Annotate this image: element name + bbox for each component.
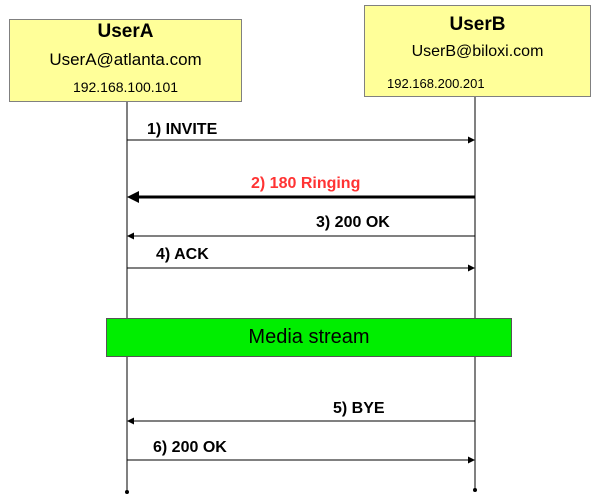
message-arrowhead-ringing [127,191,139,203]
usera-name: UserA [97,21,154,42]
userb-box: UserB UserB@biloxi.com 192.168.200.201 [364,5,591,97]
message-arrowhead-invite [468,136,475,144]
lifeline-usera-end [125,490,129,494]
message-label-200ok: 3) 200 OK [316,214,390,231]
message-label-200ok-bye: 6) 200 OK [153,439,227,456]
lifeline-userb-end [473,488,477,492]
message-arrowhead-200ok [127,232,134,240]
message-arrowhead-200ok-bye [468,456,475,464]
userb-uri: UserB@biloxi.com [411,43,544,60]
message-label-ack: 4) ACK [156,246,209,263]
usera-uri: UserA@atlanta.com [49,50,202,69]
media-stream-label: Media stream [248,326,370,348]
message-label-bye: 5) BYE [333,400,385,417]
message-label-invite: 1) INVITE [147,121,218,138]
message-arrowhead-bye [127,417,134,425]
media-stream-bar: Media stream [106,318,512,357]
usera-box: UserA UserA@atlanta.com 192.168.100.101 [9,19,242,102]
usera-ip: 192.168.100.101 [72,79,179,95]
userb-name: UserB [449,14,506,35]
userb-ip: 192.168.200.201 [387,76,485,91]
message-label-ringing: 2) 180 Ringing [251,175,361,192]
message-arrowhead-ack [468,264,475,272]
